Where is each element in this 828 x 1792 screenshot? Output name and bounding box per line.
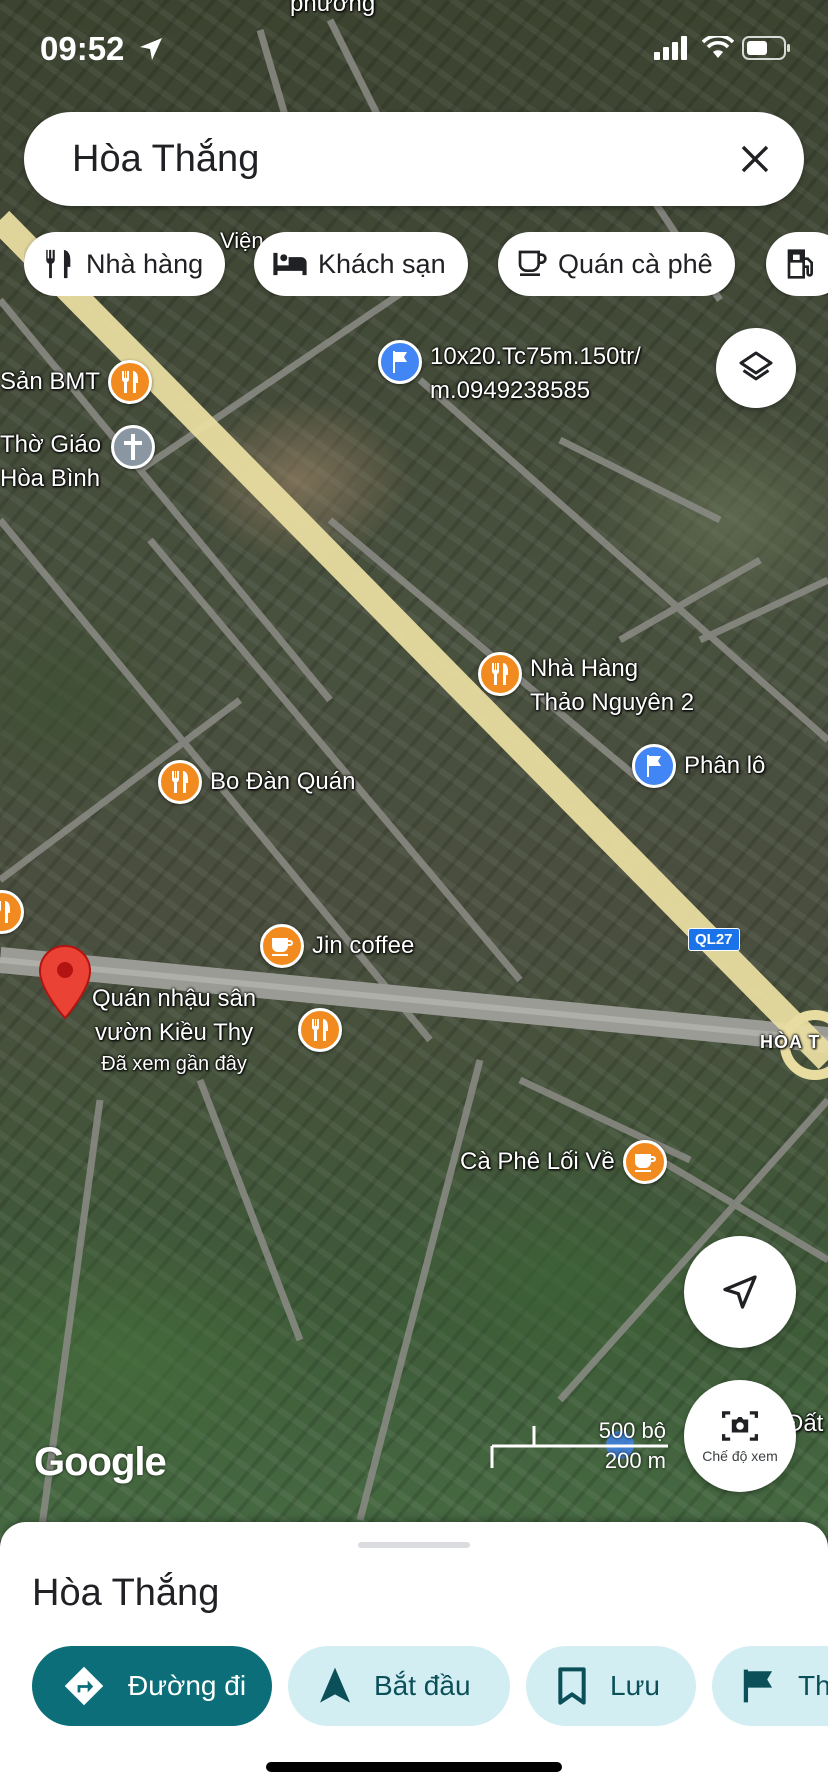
- poi-label: Hòa Bình: [0, 465, 101, 492]
- chip-gas-stations[interactable]: [766, 232, 828, 296]
- poi-quan-nhau-kieu-thy[interactable]: Quán nhậu sân vườn Kiều Thy Đã xem gần đ…: [92, 982, 256, 1078]
- navigation-icon: [320, 1667, 350, 1703]
- action-buttons: Đường đi Bắt đầu Lưu Th: [32, 1646, 828, 1728]
- battery-icon: [742, 36, 790, 60]
- search-query[interactable]: Hòa Thắng: [72, 138, 259, 181]
- share-flag-button[interactable]: Th: [712, 1646, 828, 1726]
- scale-label-meters: 200 m: [604, 1448, 666, 1473]
- flag-icon: [378, 340, 422, 384]
- poi-label: 10x20.Tc75m.150tr/: [430, 343, 641, 370]
- map-scale: 500 bộ 200 m: [490, 1418, 670, 1478]
- poi-label: Cà Phê Lối Về: [460, 1148, 615, 1175]
- poi-label: Thảo Nguyên 2: [530, 689, 695, 716]
- poi-label: Jin coffee: [312, 932, 415, 959]
- bookmark-icon: [558, 1667, 586, 1705]
- action-label: Đường đi: [128, 1670, 247, 1701]
- coffee-icon: [518, 250, 547, 276]
- gas-station-icon: [787, 249, 813, 279]
- poi-nha-hang-thao-nguyen[interactable]: Nhà Hàng Thảo Nguyên 2: [478, 652, 694, 720]
- restaurant-icon: [0, 890, 24, 934]
- poi-label: Sản BMT: [0, 368, 101, 395]
- poi-label: vườn Kiều Thy: [95, 1019, 254, 1046]
- directions-icon: [64, 1666, 104, 1706]
- layers-icon: [739, 351, 773, 381]
- scale-label-feet: 500 bộ: [598, 1418, 666, 1443]
- status-bar: 09:52: [0, 0, 828, 100]
- category-chips: Nhà hàng Khách sạn Quán cà phê: [24, 232, 828, 296]
- poi-church[interactable]: Thờ Giáo Hòa Bình: [0, 425, 156, 496]
- wifi-icon: [702, 36, 734, 58]
- clear-search-button[interactable]: [730, 134, 780, 184]
- search-box[interactable]: Hòa Thắng: [24, 112, 804, 206]
- place-bottom-sheet[interactable]: Hòa Thắng Đường đi Bắt đầu Lưu Th: [0, 1522, 828, 1792]
- recently-viewed-note: Đã xem gần đây: [101, 1053, 247, 1075]
- poi-bo-dan-quan[interactable]: Bo Đàn Quán: [158, 760, 355, 804]
- road-shield-ql27: QL27: [688, 928, 740, 951]
- camera-icon: [722, 1411, 758, 1441]
- poi-label: Phân lô: [684, 752, 766, 779]
- poi-phan-lo[interactable]: Phân lô: [632, 744, 765, 788]
- poi-label: Nhà Hàng: [530, 655, 639, 682]
- home-indicator[interactable]: [266, 1762, 562, 1772]
- restaurant-icon: [298, 1008, 342, 1052]
- view-mode-label: Chế độ xem: [702, 1448, 778, 1464]
- poi-listing-10x20[interactable]: 10x20.Tc75m.150tr/ m.0949238585: [378, 340, 641, 408]
- sheet-drag-handle[interactable]: [358, 1542, 470, 1548]
- coffee-icon: [622, 1140, 667, 1184]
- action-label: Bắt đầu: [374, 1670, 471, 1701]
- poi-label: Quán nhậu sân: [92, 985, 257, 1012]
- place-title: Hòa Thắng: [32, 1572, 220, 1614]
- view-mode-button[interactable]: Chế độ xem: [684, 1380, 796, 1492]
- restaurant-icon: [158, 760, 202, 804]
- chip-label: Khách sạn: [318, 248, 446, 279]
- poi-san-bmt[interactable]: Sản BMT: [0, 360, 153, 404]
- restaurant-icon: [46, 249, 71, 279]
- action-label: Lưu: [610, 1670, 660, 1701]
- map-label-hoa-thang: HÒA T: [760, 1032, 821, 1052]
- cellular-signal-icon: [654, 36, 687, 60]
- restaurant-icon: [108, 360, 153, 404]
- google-logo: Google: [34, 1440, 167, 1484]
- poi-label: Thờ Giáo: [0, 431, 102, 458]
- flag-icon: [632, 744, 676, 788]
- status-time: 09:52: [40, 30, 125, 67]
- my-location-button[interactable]: [684, 1236, 796, 1348]
- location-arrow-icon: [140, 38, 162, 60]
- chip-label: Nhà hàng: [86, 248, 204, 279]
- poi-kieu-thy-pin[interactable]: [298, 1008, 342, 1052]
- directions-button[interactable]: Đường đi: [32, 1646, 272, 1726]
- close-icon: [741, 145, 769, 173]
- action-label: Th: [798, 1670, 828, 1701]
- hotel-icon: [273, 252, 307, 276]
- chip-label: Quán cà phê: [558, 248, 713, 279]
- chip-restaurants[interactable]: Nhà hàng: [24, 232, 226, 296]
- poi-label: m.0949238585: [430, 377, 591, 404]
- church-icon: [111, 425, 156, 469]
- poi-offscreen-restaurant[interactable]: [0, 890, 24, 934]
- start-button[interactable]: Bắt đầu: [288, 1646, 510, 1726]
- flag-icon: [743, 1669, 773, 1703]
- save-button[interactable]: Lưu: [526, 1646, 696, 1726]
- chip-coffee-shops[interactable]: Quán cà phê: [498, 232, 735, 296]
- poi-jin-coffee[interactable]: Jin coffee: [260, 924, 414, 968]
- chip-hotels[interactable]: Khách sạn: [254, 232, 468, 296]
- coffee-icon: [260, 924, 304, 968]
- poi-label: Bo Đàn Quán: [210, 768, 356, 795]
- navigation-arrow-icon: [723, 1275, 757, 1309]
- restaurant-icon: [478, 652, 522, 696]
- poi-ca-phe-loi-ve[interactable]: Cà Phê Lối Về: [460, 1140, 667, 1184]
- map-layers-button[interactable]: [716, 328, 796, 408]
- selected-location-pin[interactable]: [38, 944, 92, 1025]
